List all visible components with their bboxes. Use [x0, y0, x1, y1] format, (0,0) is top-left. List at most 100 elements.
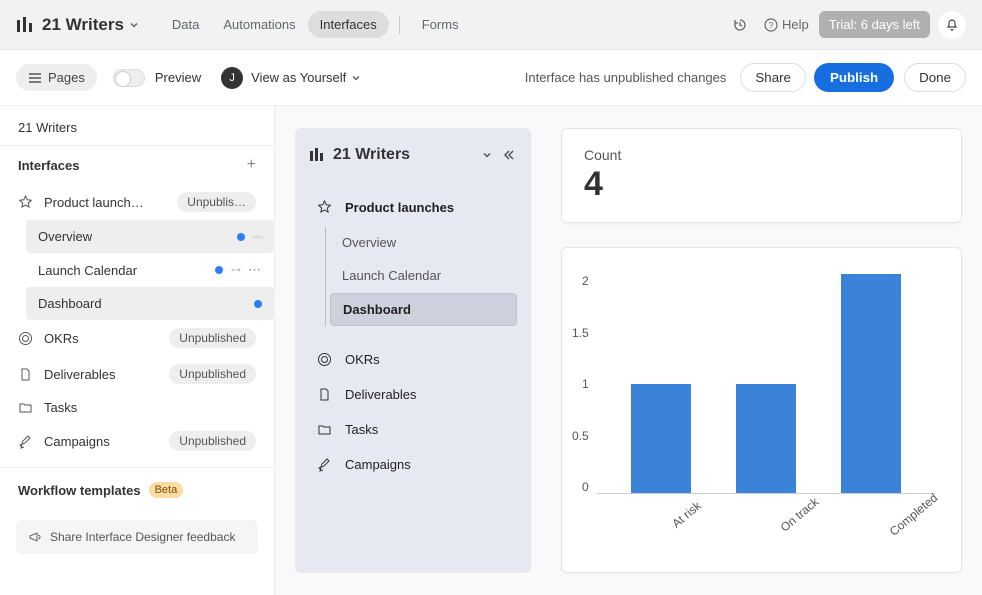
nav-page-launch-calendar[interactable]: Launch Calendar [330, 260, 517, 291]
y-tick: 1 [582, 377, 589, 391]
unpublished-dot-icon [215, 266, 223, 274]
tasks-label: Tasks [44, 400, 256, 415]
pages-label: Pages [48, 70, 85, 85]
count-value: 4 [584, 165, 939, 204]
y-tick: 1.5 [572, 326, 589, 340]
deliverables-badge: Unpublished [169, 364, 256, 384]
file-icon [18, 367, 34, 382]
nav-group-product-launches[interactable]: Product launches [309, 190, 517, 225]
campaigns-label: Campaigns [44, 434, 159, 449]
canvas: 21 Writers Product launches Overview Lau… [275, 106, 982, 595]
link-icon: ⊶ [231, 265, 240, 276]
share-button[interactable]: Share [740, 63, 806, 92]
megaphone-icon [28, 530, 42, 544]
preview-toggle[interactable] [113, 69, 145, 87]
nav-deliverables-label: Deliverables [345, 387, 417, 402]
pages-button[interactable]: Pages [16, 64, 97, 91]
sidebar-item-okrs[interactable]: OKRs Unpublished [0, 320, 274, 356]
feedback-button[interactable]: Share Interface Designer feedback [16, 520, 258, 554]
nav-item-okrs[interactable]: OKRs [309, 342, 517, 377]
unpublished-changes-text: Interface has unpublished changes [525, 70, 727, 85]
nav-group-label: Product launches [345, 200, 454, 215]
unpublished-dot-icon [237, 233, 245, 241]
nav-item-campaigns[interactable]: Campaigns [309, 447, 517, 482]
app-title-chevron-icon[interactable] [128, 19, 140, 31]
rocket-icon [317, 457, 333, 472]
chart-bar [841, 274, 901, 493]
interfaces-header-label: Interfaces [18, 158, 79, 173]
view-as-label[interactable]: View as Yourself [251, 70, 346, 85]
star-icon [18, 195, 34, 210]
sidebar-item-tasks[interactable]: Tasks [0, 392, 274, 423]
chart-x-axis: At riskOn trackCompleted [596, 472, 961, 486]
sidebar-page-overview[interactable]: Overview 〰 [26, 220, 274, 253]
tab-forms[interactable]: Forms [410, 11, 471, 38]
main-area: 21 Writers Interfaces + Product launch… … [0, 106, 982, 595]
file-icon [317, 387, 333, 402]
rocket-icon [18, 434, 34, 449]
user-avatar[interactable]: J [221, 67, 243, 89]
workflow-templates-label: Workflow templates [18, 483, 141, 498]
sidebar-item-campaigns[interactable]: Campaigns Unpublished [0, 423, 274, 459]
dashboard-label: Dashboard [38, 296, 246, 311]
left-sidebar: 21 Writers Interfaces + Product launch… … [0, 106, 275, 595]
sidebar-page-launch-calendar[interactable]: Launch Calendar ⊶ ⋯ [26, 253, 274, 287]
svg-text:?: ? [769, 21, 774, 30]
folder-icon [18, 400, 34, 415]
tab-divider [399, 16, 400, 34]
chart-plot [597, 274, 935, 494]
nav-page-dashboard[interactable]: Dashboard [330, 293, 517, 326]
unpublished-dot-icon [254, 300, 262, 308]
y-tick: 0 [582, 480, 589, 494]
nav-okrs-label: OKRs [345, 352, 380, 367]
nav-item-tasks[interactable]: Tasks [309, 412, 517, 447]
view-as-chevron-icon[interactable] [350, 72, 362, 84]
preview-label: Preview [155, 70, 201, 85]
count-card[interactable]: Count 4 [561, 128, 962, 223]
okrs-badge: Unpublished [169, 328, 256, 348]
sidebar-interfaces-header: Interfaces + [0, 145, 274, 184]
tab-data[interactable]: Data [160, 11, 211, 38]
star-icon [317, 200, 333, 215]
nav-title[interactable]: 21 Writers [333, 146, 473, 164]
sidebar-item-product-launch[interactable]: Product launch… Unpublis… [0, 184, 274, 220]
y-tick: 0.5 [572, 429, 589, 443]
publish-button[interactable]: Publish [814, 63, 894, 92]
sidebar-item-deliverables[interactable]: Deliverables Unpublished [0, 356, 274, 392]
tab-automations[interactable]: Automations [211, 11, 307, 38]
history-icon[interactable] [726, 11, 754, 39]
nav-chevron-icon[interactable] [481, 149, 493, 161]
trial-badge[interactable]: Trial: 6 days left [819, 11, 930, 38]
sidebar-page-dashboard[interactable]: Dashboard [26, 287, 274, 320]
workflow-templates-header[interactable]: Workflow templates Beta [0, 467, 274, 508]
top-bar: 21 Writers Data Automations Interfaces F… [0, 0, 982, 50]
nav-tasks-label: Tasks [345, 422, 378, 437]
add-interface-icon[interactable]: + [247, 156, 256, 174]
okrs-label: OKRs [44, 331, 159, 346]
chart-y-axis: 2 1.5 1 0.5 0 [572, 274, 597, 494]
y-tick: 2 [582, 274, 589, 288]
nav-campaigns-label: Campaigns [345, 457, 411, 472]
sidebar-breadcrumb[interactable]: 21 Writers [0, 106, 274, 145]
tab-interfaces[interactable]: Interfaces [308, 11, 389, 38]
chart-card[interactable]: 2 1.5 1 0.5 0 At riskOn trackCompleted [561, 247, 962, 573]
more-icon[interactable]: ⋯ [248, 262, 262, 278]
done-button[interactable]: Done [904, 63, 966, 92]
dashboard-content: Count 4 2 1.5 1 0.5 0 At riskOn tr [561, 128, 962, 573]
product-launch-badge: Unpublis… [177, 192, 256, 212]
launch-calendar-label: Launch Calendar [38, 263, 207, 278]
nav-item-deliverables[interactable]: Deliverables [309, 377, 517, 412]
overview-label: Overview [38, 229, 229, 244]
notifications-icon[interactable] [938, 11, 966, 39]
app-title[interactable]: 21 Writers [42, 15, 124, 35]
help-label: Help [782, 17, 809, 32]
beta-badge: Beta [149, 482, 184, 498]
wave-icon: 〰 [253, 229, 262, 244]
target-icon [18, 331, 34, 346]
help-button[interactable]: ? Help [764, 17, 809, 32]
nav-page-overview[interactable]: Overview [330, 227, 517, 258]
target-icon [317, 352, 333, 367]
deliverables-label: Deliverables [44, 367, 159, 382]
campaigns-badge: Unpublished [169, 431, 256, 451]
collapse-panel-icon[interactable] [501, 148, 517, 162]
